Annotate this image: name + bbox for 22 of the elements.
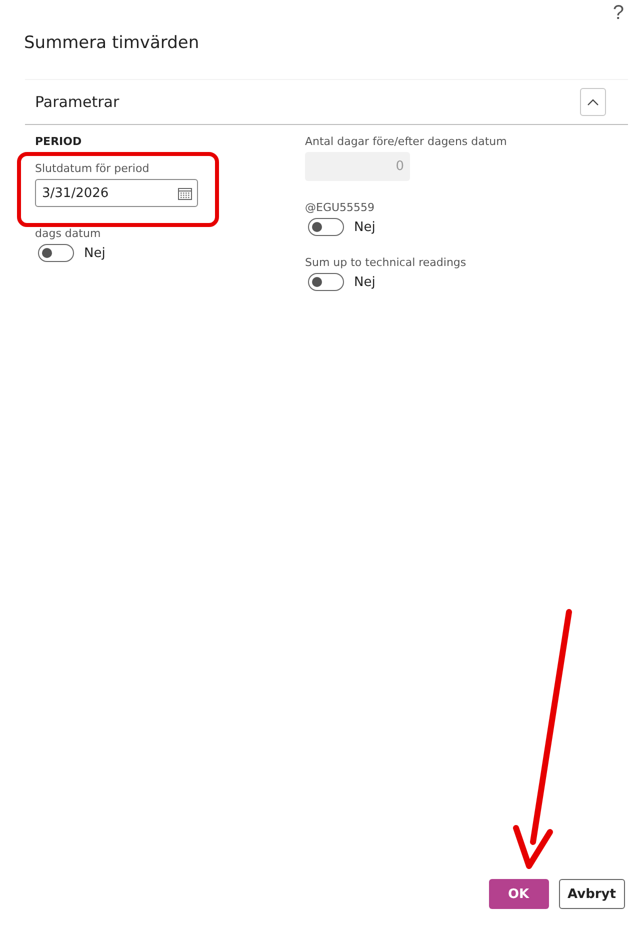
toggle-state-text: Nej [84, 246, 106, 260]
toggle-state-text: Nej [354, 274, 376, 290]
cancel-button[interactable]: Avbryt [558, 879, 625, 909]
chevron-up-icon [587, 98, 599, 106]
help-icon[interactable]: ? [612, 2, 624, 25]
number-field: 0 [305, 152, 410, 181]
group-heading: PERIOD [35, 135, 83, 148]
toggle-switch[interactable] [308, 273, 344, 291]
calendar-icon[interactable] [178, 186, 192, 200]
collapse-button[interactable] [580, 88, 606, 116]
toggle-state-text: Nej [354, 220, 376, 234]
field-label: dags datum [35, 227, 101, 240]
field-label: Sum up to technical readings [305, 256, 466, 269]
field-label: @EGU55559 [305, 201, 375, 214]
toggle-switch[interactable] [38, 244, 74, 262]
date-field[interactable]: 3/31/2026 [35, 179, 198, 207]
toggle-switch[interactable] [308, 218, 344, 236]
section-title: Parametrar [35, 93, 120, 111]
field-label: Antal dagar före/efter dagens datum [305, 135, 507, 148]
field-label: Slutdatum för period [35, 162, 150, 175]
dialog-title: Summera timvärden [24, 33, 200, 53]
ok-button[interactable]: OK [488, 879, 549, 909]
